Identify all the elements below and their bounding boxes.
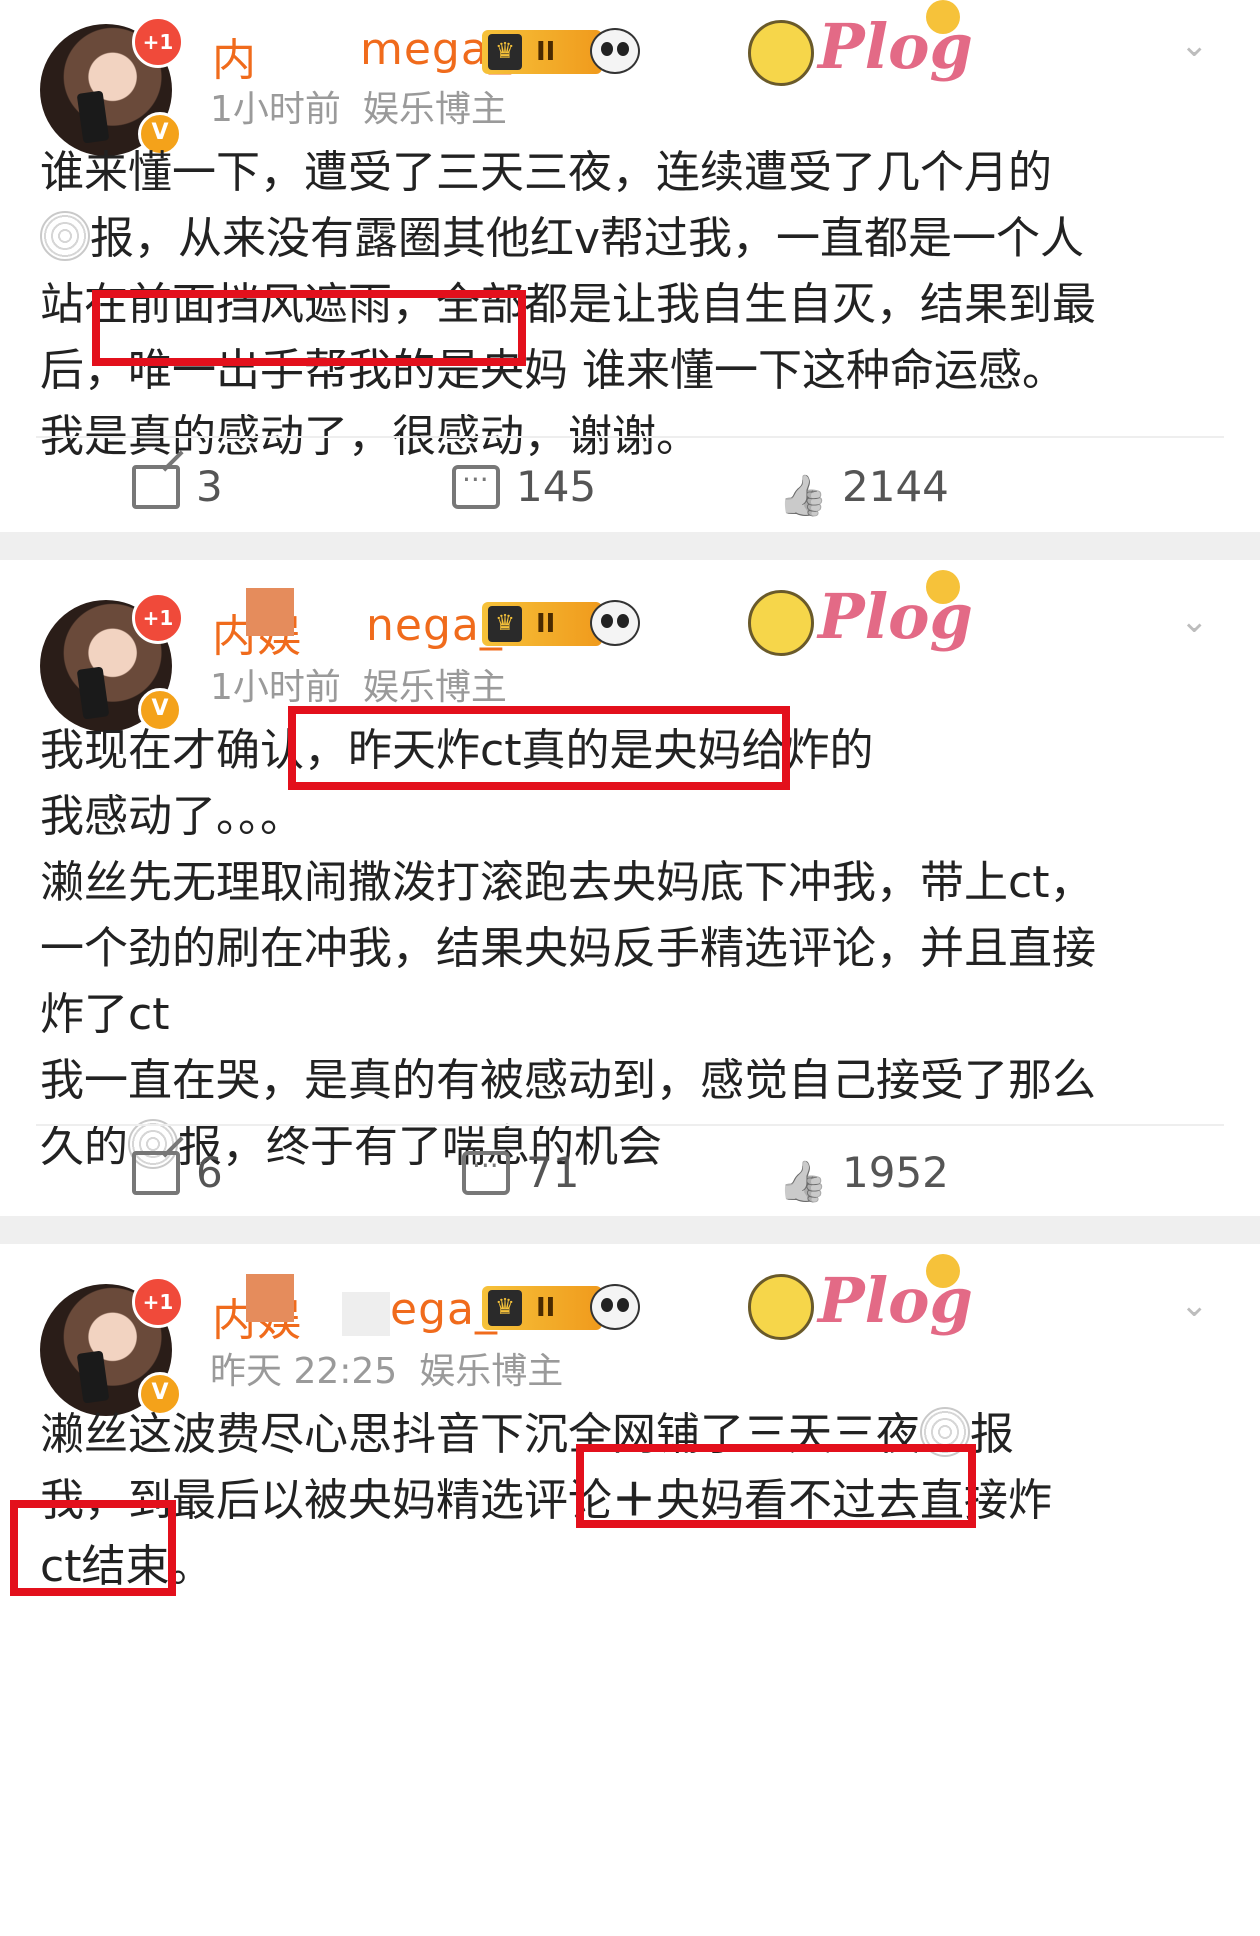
plog-sticker: Plog bbox=[748, 570, 988, 680]
text-line: 炸了ct bbox=[40, 989, 170, 1040]
panda-icon bbox=[590, 28, 640, 74]
author-name-prefix: 内 bbox=[212, 35, 257, 86]
text-line: ct结束。 bbox=[40, 1541, 214, 1592]
post-meta: 1小时前 娱乐博主 bbox=[210, 80, 529, 132]
smiley-icon bbox=[926, 1254, 960, 1288]
chevron-down-icon[interactable]: ⌄ bbox=[1180, 28, 1210, 62]
text-line: 一个劲的刷在冲我，结果央妈反手精选评论，并且直接 bbox=[40, 923, 1096, 974]
redacted-name bbox=[342, 1292, 390, 1336]
crown-icon: ♛ bbox=[488, 34, 522, 70]
panda-icon bbox=[590, 600, 640, 646]
highlight-box bbox=[92, 290, 526, 366]
vip-badge: ♛ II bbox=[482, 1286, 602, 1330]
repost-button[interactable]: 6 bbox=[132, 1148, 223, 1197]
highlight-box bbox=[576, 1444, 976, 1528]
new-follow-badge: +1 bbox=[132, 592, 184, 644]
post-separator bbox=[0, 1216, 1260, 1244]
text-line: 谁来懂一下，遭受了三天三夜，连续遭受了几个月的 bbox=[40, 147, 1052, 198]
flower-icon bbox=[748, 20, 814, 86]
text-line: 报，从来没有露圈其他红v帮过我，一直都是一个人 bbox=[40, 206, 1230, 272]
post-separator bbox=[0, 532, 1260, 560]
vip-badge: ♛ II bbox=[482, 30, 602, 74]
repost-button[interactable]: 3 bbox=[132, 462, 223, 511]
post-time: 1小时前 bbox=[210, 89, 341, 130]
text-line: 我一直在哭，是真的有被感动到，感觉自己接受了那么 bbox=[40, 1055, 1096, 1106]
author-tag: 娱乐博主 bbox=[362, 667, 507, 708]
crown-icon: ♛ bbox=[488, 606, 522, 642]
avatar[interactable]: +1 V bbox=[40, 592, 184, 732]
avatar[interactable]: +1 V bbox=[40, 1276, 184, 1416]
divider bbox=[36, 1124, 1224, 1126]
post-1: +1 V 内 mega_ ♛ II Plog ⌄ 1小时前 娱乐博主 谁来懂一下，… bbox=[0, 0, 1260, 532]
panda-icon bbox=[590, 1284, 640, 1330]
comment-icon bbox=[452, 463, 500, 509]
chevron-down-icon[interactable]: ⌄ bbox=[1180, 604, 1210, 638]
avatar-photo bbox=[76, 90, 110, 144]
text-line: 我感动了。。。 bbox=[40, 791, 304, 842]
comment-button[interactable]: 145 bbox=[452, 462, 596, 511]
highlight-box bbox=[288, 706, 790, 790]
thumbs-up-icon bbox=[778, 470, 826, 514]
redacted-name bbox=[262, 28, 362, 78]
post-2: +1 V 内娱 nega_ ♛ II Plog ⌄ 1小时前 娱乐博主 我现在才确… bbox=[0, 560, 1260, 1216]
highlight-box bbox=[10, 1500, 176, 1596]
avatar[interactable]: +1 V bbox=[40, 16, 184, 156]
post-time: 昨天 22:25 bbox=[210, 1351, 398, 1392]
comment-icon bbox=[462, 1149, 510, 1195]
author-tag: 娱乐博主 bbox=[362, 89, 507, 130]
share-icon bbox=[132, 465, 180, 509]
flower-icon bbox=[748, 1274, 814, 1340]
crown-icon: ♛ bbox=[488, 1290, 522, 1326]
like-button[interactable]: 2144 bbox=[778, 462, 949, 514]
flower-icon bbox=[748, 590, 814, 656]
vip-badge: ♛ II bbox=[482, 602, 602, 646]
post-3: +1 V 内娱 ega_ ♛ II Plog ⌄ 昨天 22:25娱乐博主 濑丝… bbox=[0, 1244, 1260, 1936]
post-meta: 1小时前 娱乐博主 bbox=[210, 658, 529, 710]
plog-sticker: Plog bbox=[748, 1254, 988, 1364]
author-tag: 娱乐博主 bbox=[419, 1351, 564, 1392]
avatar-photo bbox=[76, 666, 110, 720]
avatar-photo bbox=[76, 1350, 110, 1404]
redacted-name bbox=[246, 1274, 294, 1322]
smiley-icon bbox=[926, 0, 960, 34]
post-time: 1小时前 bbox=[210, 667, 341, 708]
text-line: 濑丝先无理取闹撒泼打滚跑去央妈底下冲我，带上ct， bbox=[40, 857, 1094, 908]
divider bbox=[36, 436, 1224, 438]
author-name[interactable]: 内 bbox=[212, 24, 257, 88]
spider-web-icon bbox=[40, 211, 90, 261]
like-button[interactable]: 1952 bbox=[778, 1148, 949, 1200]
comment-button[interactable]: 71 bbox=[462, 1148, 579, 1197]
chevron-down-icon[interactable]: ⌄ bbox=[1180, 1288, 1210, 1322]
share-icon bbox=[132, 1151, 180, 1195]
new-follow-badge: +1 bbox=[132, 1276, 184, 1328]
plog-sticker: Plog bbox=[748, 0, 988, 110]
thumbs-up-icon bbox=[778, 1156, 826, 1200]
post-meta: 昨天 22:25 娱乐博主 bbox=[210, 1342, 585, 1394]
new-follow-badge: +1 bbox=[132, 16, 184, 68]
smiley-icon bbox=[926, 570, 960, 604]
redacted-name bbox=[246, 588, 294, 636]
